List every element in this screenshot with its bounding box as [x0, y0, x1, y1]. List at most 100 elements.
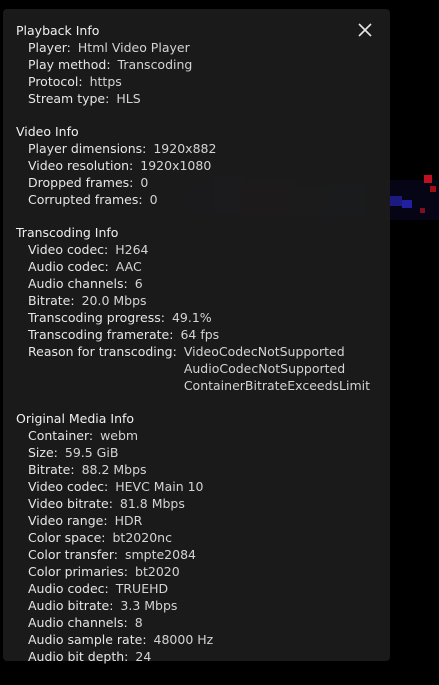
row-label: Player:: [28, 40, 71, 55]
row-value: 49.1%: [171, 310, 212, 325]
row-value: 0: [149, 192, 158, 207]
info-row: Stream type: HLS: [16, 90, 390, 107]
row-label: Dropped frames:: [28, 175, 134, 190]
playback-info-panel: Playback Info Player: Html Video Player P…: [3, 9, 390, 664]
row-label: Audio bit depth:: [28, 649, 129, 664]
info-row: Transcoding framerate: 64 fps: [16, 326, 390, 343]
row-value: TRUEHD: [115, 581, 169, 596]
row-label: Audio channels:: [28, 615, 128, 630]
row-value: Html Video Player: [77, 40, 190, 55]
row-label: Video resolution:: [28, 158, 134, 173]
playback-info-section: Playback Info Player: Html Video Player P…: [16, 22, 390, 107]
row-value: 48000 Hz: [153, 632, 214, 647]
info-row: Audio codec: AAC: [16, 258, 390, 275]
row-value: 81.8 Mbps: [119, 496, 185, 511]
reason-item: AudioCodecNotSupported: [183, 361, 346, 376]
row-value: 64 fps: [180, 327, 220, 342]
row-value: HEVC Main 10: [115, 479, 204, 494]
row-value: https: [89, 74, 122, 89]
row-value: 20.0 Mbps: [81, 293, 147, 308]
row-label: Color transfer:: [28, 547, 118, 562]
section-title: Transcoding Info: [16, 225, 119, 240]
info-row: Audio channels: 6: [16, 275, 390, 292]
info-row: Video resolution: 1920x1080: [16, 157, 390, 174]
row-label: Audio channels:: [28, 276, 128, 291]
info-row: Color transfer: smpte2084: [16, 546, 390, 563]
row-label: Audio codec:: [28, 259, 109, 274]
info-row: Container: webm: [16, 427, 390, 444]
info-row: Video bitrate: 81.8 Mbps: [16, 495, 390, 512]
row-label: Audio sample rate:: [28, 632, 147, 647]
row-value: 8: [134, 615, 143, 630]
row-value: bt2020: [135, 564, 180, 579]
info-row: Bitrate: 88.2 Mbps: [16, 461, 390, 478]
row-label: Size:: [28, 445, 58, 460]
info-row: Size: 59.5 GiB: [16, 444, 390, 461]
row-value: 6: [134, 276, 143, 291]
info-row: Player dimensions: 1920x882: [16, 140, 390, 157]
section-title: Original Media Info: [16, 411, 135, 426]
info-row: Audio sample rate: 48000 Hz: [16, 631, 390, 648]
info-row: Audio codec: TRUEHD: [16, 580, 390, 597]
section-title: Playback Info: [16, 23, 100, 38]
row-value: H264: [115, 242, 149, 257]
row-value: 3.3 Mbps: [120, 598, 178, 613]
section-title: Video Info: [16, 124, 79, 139]
row-label: Bitrate:: [28, 293, 75, 308]
row-label: Transcoding progress:: [28, 310, 165, 325]
row-value: HLS: [116, 91, 141, 106]
info-row: Audio channels: 8: [16, 614, 390, 631]
info-row: Audio bitrate: 3.3 Mbps: [16, 597, 390, 614]
row-label: Color primaries:: [28, 564, 129, 579]
info-row: Protocol: https: [16, 73, 390, 90]
info-row: Bitrate: 20.0 Mbps: [16, 292, 390, 309]
row-value: 1920x882: [153, 141, 217, 156]
info-row: Video range: HDR: [16, 512, 390, 529]
row-value: AAC: [115, 259, 142, 274]
row-label: Audio codec:: [28, 581, 109, 596]
row-value: 88.2 Mbps: [81, 462, 147, 477]
info-row: Play method: Transcoding: [16, 56, 390, 73]
row-label: Reason for transcoding:: [28, 344, 177, 359]
row-label: Stream type:: [28, 91, 110, 106]
info-row: Transcoding progress: 49.1%: [16, 309, 390, 326]
row-label: Video bitrate:: [28, 496, 113, 511]
info-row: Color primaries: bt2020: [16, 563, 390, 580]
transcoding-info-section: Transcoding Info Video codec: H264 Audio …: [16, 224, 390, 394]
info-row: Dropped frames: 0: [16, 174, 390, 191]
row-label: Container:: [28, 428, 94, 443]
video-info-section: Video Info Player dimensions: 1920x882 Vi…: [16, 123, 390, 208]
info-row: Video codec: HEVC Main 10: [16, 478, 390, 495]
info-row: Player: Html Video Player: [16, 39, 390, 56]
row-value: webm: [100, 428, 139, 443]
close-button[interactable]: [355, 20, 375, 40]
row-label: Video codec:: [28, 242, 109, 257]
row-label: Transcoding framerate:: [28, 327, 174, 342]
reason-item: VideoCodecNotSupported: [183, 344, 345, 359]
reason-item: ContainerBitrateExceedsLimit: [183, 378, 371, 393]
row-value: 59.5 GiB: [64, 445, 119, 460]
row-value: Transcoding: [117, 57, 193, 72]
info-row: Audio bit depth: 24: [16, 648, 390, 665]
row-label: Corrupted frames:: [28, 192, 143, 207]
row-label: Color space:: [28, 530, 106, 545]
info-row: Color space: bt2020nc: [16, 529, 390, 546]
row-label: Bitrate:: [28, 462, 75, 477]
info-row: Video codec: H264: [16, 241, 390, 258]
row-value: bt2020nc: [112, 530, 172, 545]
row-value: 1920x1080: [140, 158, 212, 173]
row-label: Play method:: [28, 57, 111, 72]
transcode-reasons: VideoCodecNotSupported AudioCodecNotSupp…: [184, 343, 370, 394]
row-label: Audio bitrate:: [28, 598, 114, 613]
row-value: smpte2084: [124, 547, 196, 562]
original-media-info-section: Original Media Info Container: webm Size:…: [16, 410, 390, 665]
transcode-reason-row: Reason for transcoding: VideoCodecNotSup…: [16, 343, 390, 394]
row-value: 0: [140, 175, 149, 190]
close-icon: [358, 23, 372, 37]
row-label: Video range:: [28, 513, 108, 528]
info-row: Corrupted frames: 0: [16, 191, 390, 208]
row-label: Video codec:: [28, 479, 109, 494]
row-value: 24: [135, 649, 152, 664]
row-label: Protocol:: [28, 74, 83, 89]
row-value: HDR: [114, 513, 143, 528]
